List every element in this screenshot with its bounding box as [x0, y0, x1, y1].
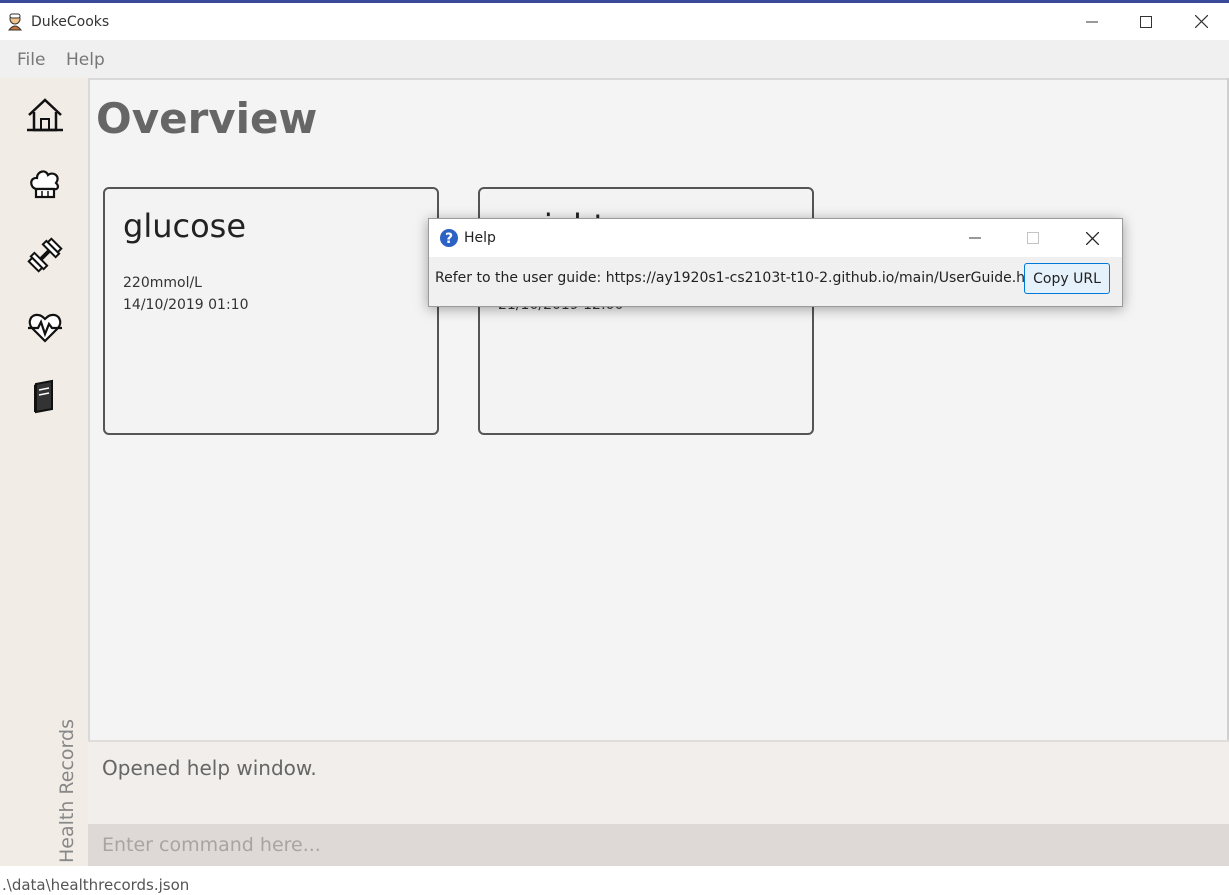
record-value: 220mmol/L	[123, 275, 202, 291]
close-button[interactable]	[1173, 3, 1229, 40]
dumbbell-icon[interactable]	[26, 236, 64, 274]
chef-app-icon	[7, 13, 23, 31]
help-dialog-title: Help	[464, 230, 496, 246]
result-text: Opened help window.	[102, 756, 317, 780]
menu-file[interactable]: File	[17, 50, 45, 70]
minimize-button[interactable]	[1064, 3, 1120, 40]
window-title: DukeCooks	[31, 14, 110, 30]
health-records-label: Health Records	[56, 719, 78, 863]
maximize-button[interactable]	[1118, 3, 1174, 40]
chef-hat-icon[interactable]	[26, 165, 64, 203]
title-bar: DukeCooks	[0, 3, 1229, 40]
maximize-icon	[1027, 232, 1039, 244]
question-mark-icon: ?	[440, 229, 458, 247]
data-file-path: .\data\healthrecords.json	[2, 876, 190, 894]
record-title: glucose	[123, 207, 247, 245]
menu-bar: File Help	[0, 40, 1229, 78]
maximize-icon	[1140, 15, 1152, 28]
close-icon	[1085, 231, 1099, 245]
record-date: 14/10/2019 01:10	[123, 297, 249, 313]
copy-url-button[interactable]: Copy URL	[1024, 263, 1110, 294]
result-display: Opened help window.	[88, 740, 1229, 824]
page-title: Overview	[96, 94, 318, 143]
close-icon	[1194, 15, 1208, 28]
help-minimize-button[interactable]	[952, 219, 998, 257]
command-input[interactable]	[88, 824, 1229, 866]
minimize-icon	[1086, 21, 1098, 22]
record-card-glucose[interactable]: glucose 220mmol/L 14/10/2019 01:10	[103, 187, 439, 435]
status-bar: .\data\healthrecords.json	[0, 866, 1229, 895]
svg-text:?: ?	[445, 231, 453, 247]
help-dialog: ? Help Refer to the user guide: https://…	[428, 218, 1123, 307]
home-icon[interactable]	[26, 96, 64, 134]
help-close-button[interactable]	[1069, 219, 1115, 257]
minimize-icon	[969, 237, 981, 239]
book-icon[interactable]	[26, 378, 64, 416]
heartbeat-icon[interactable]	[26, 308, 64, 346]
help-maximize-button	[1010, 219, 1056, 257]
help-message: Refer to the user guide: https://ay1920s…	[435, 270, 1049, 286]
menu-help[interactable]: Help	[66, 50, 105, 70]
